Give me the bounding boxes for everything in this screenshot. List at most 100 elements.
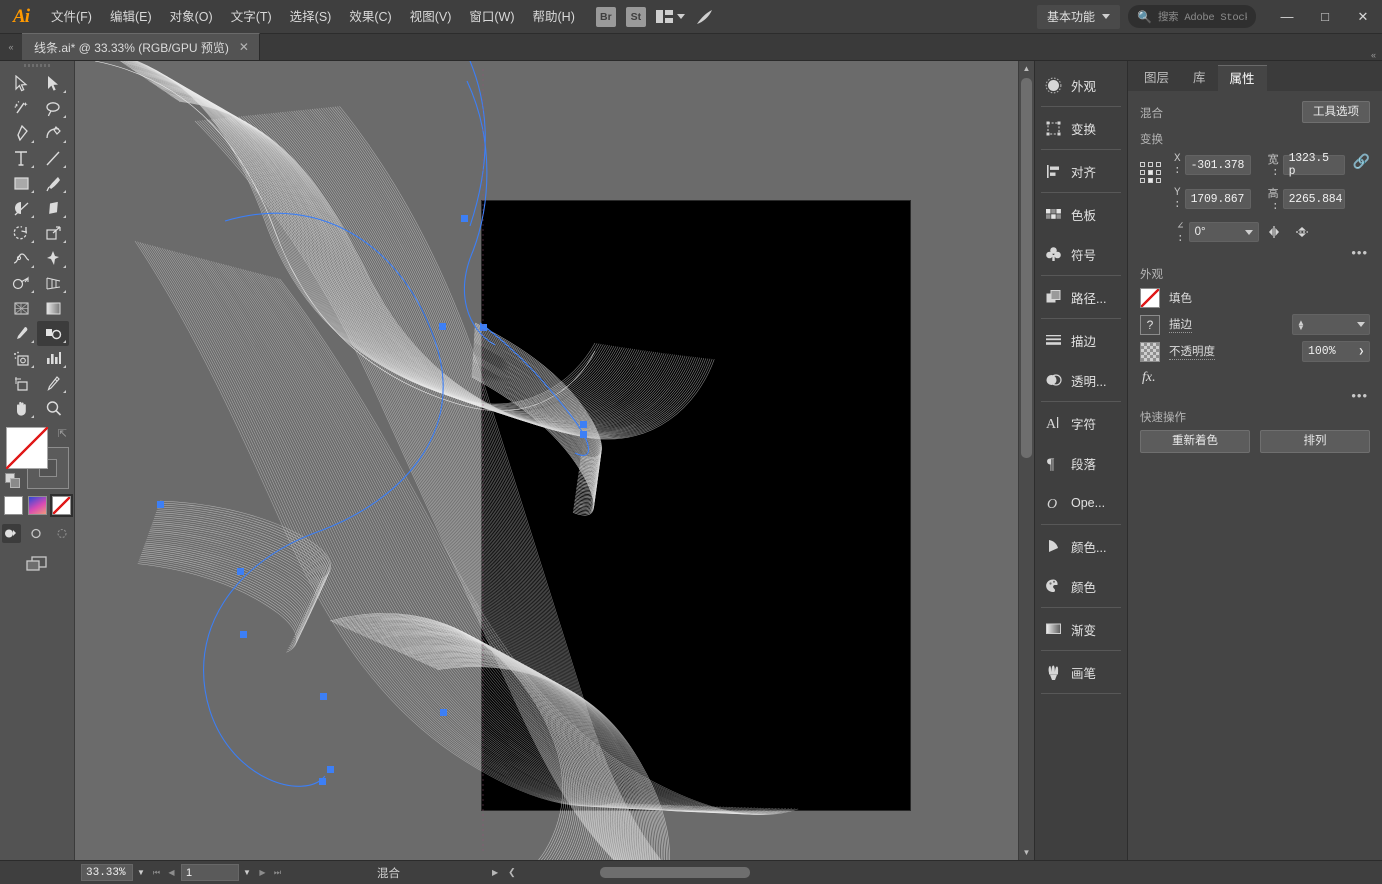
- appearance-more-options[interactable]: •••: [1140, 388, 1370, 403]
- curvature-tool[interactable]: [37, 121, 69, 146]
- flip-vertical-button[interactable]: [1291, 222, 1313, 242]
- y-input[interactable]: 1709.867: [1184, 189, 1251, 209]
- zoom-tool[interactable]: [37, 396, 69, 421]
- menu-type[interactable]: 文字(T): [222, 0, 281, 34]
- vertical-scroll-thumb[interactable]: [1021, 78, 1032, 458]
- perspective-grid-tool[interactable]: [37, 271, 69, 296]
- paintbrush-tool[interactable]: [37, 171, 69, 196]
- free-transform-tool[interactable]: [37, 246, 69, 271]
- blend-artwork[interactable]: [75, 61, 1018, 860]
- illustrator-swoosh-icon[interactable]: [695, 8, 715, 26]
- direct-selection-tool[interactable]: [37, 71, 69, 96]
- prev-artboard-button[interactable]: ◀: [164, 864, 179, 881]
- stock-icon[interactable]: St: [625, 6, 646, 27]
- artboard-dropdown-icon[interactable]: ▼: [239, 864, 255, 881]
- draw-inside-icon[interactable]: [54, 524, 73, 543]
- dock-item-character[interactable]: A 字符: [1035, 403, 1127, 443]
- stepper-icon[interactable]: ▲ ▼: [1297, 318, 1305, 331]
- dock-item-transparency[interactable]: 透明...: [1035, 360, 1127, 400]
- selection-tool[interactable]: [5, 71, 37, 96]
- dock-item-opentype[interactable]: O Ope...: [1035, 483, 1127, 523]
- screen-mode-button[interactable]: [24, 555, 50, 578]
- status-menu-icon[interactable]: ▶: [492, 868, 498, 877]
- draw-behind-icon[interactable]: [28, 524, 47, 543]
- fill-swatch[interactable]: [6, 427, 48, 469]
- scroll-down-icon[interactable]: ▼: [1019, 845, 1035, 860]
- stroke-weight-input[interactable]: ▲ ▼: [1292, 314, 1370, 335]
- effects-button[interactable]: fx.: [1142, 370, 1370, 386]
- arrange-button[interactable]: 排列: [1260, 430, 1370, 453]
- x-input[interactable]: -301.378: [1184, 155, 1251, 175]
- dock-item-stroke[interactable]: 描边: [1035, 320, 1127, 360]
- dock-item-color-guide[interactable]: 颜色...: [1035, 526, 1127, 566]
- maximize-button[interactable]: □: [1306, 0, 1344, 34]
- height-input[interactable]: 2265.884: [1282, 189, 1345, 209]
- color-button[interactable]: [3, 496, 23, 515]
- default-fill-stroke-icon[interactable]: [5, 473, 21, 489]
- dock-item-align[interactable]: 对齐: [1035, 151, 1127, 191]
- width-input[interactable]: 1323.5 p: [1282, 152, 1345, 178]
- tool-options-button[interactable]: 工具选项: [1302, 100, 1370, 124]
- arrange-documents-button[interactable]: [655, 10, 685, 23]
- tab-layers[interactable]: 图层: [1132, 65, 1181, 91]
- stroke-swatch[interactable]: ?: [1140, 314, 1160, 335]
- tab-properties[interactable]: 属性: [1217, 65, 1267, 91]
- canvas-area[interactable]: ▲ ▼: [75, 61, 1034, 860]
- dock-item-paragraph[interactable]: ¶ 段落: [1035, 443, 1127, 483]
- dock-item-transform[interactable]: 变换: [1035, 108, 1127, 148]
- zoom-level-input[interactable]: 33.33%: [81, 864, 133, 881]
- dock-item-color[interactable]: 颜色: [1035, 566, 1127, 606]
- menu-help[interactable]: 帮助(H): [524, 0, 584, 34]
- scroll-up-icon[interactable]: ▲: [1019, 61, 1035, 76]
- menu-object[interactable]: 对象(O): [161, 0, 222, 34]
- draw-normal-icon[interactable]: [1, 524, 21, 543]
- lasso-tool[interactable]: [37, 96, 69, 121]
- tab-libraries[interactable]: 库: [1181, 65, 1218, 91]
- pen-tool[interactable]: [5, 121, 37, 146]
- angle-input[interactable]: 0°: [1188, 222, 1259, 242]
- menu-effect[interactable]: 效果(C): [340, 0, 400, 34]
- tabbar-collapse-right-icon[interactable]: «: [1371, 50, 1382, 60]
- line-segment-tool[interactable]: [37, 146, 69, 171]
- reference-point-selector[interactable]: [1140, 155, 1162, 189]
- magic-wand-tool[interactable]: [5, 96, 37, 121]
- transform-more-options[interactable]: •••: [1140, 245, 1370, 260]
- swap-fill-stroke-icon[interactable]: ⇱: [58, 427, 67, 440]
- dock-item-brushes[interactable]: 画笔: [1035, 652, 1127, 692]
- stock-search-box[interactable]: 🔍 搜索 Adobe Stock: [1128, 5, 1256, 28]
- symbol-sprayer-tool[interactable]: [5, 346, 37, 371]
- chevron-right-icon[interactable]: ❯: [1359, 347, 1364, 357]
- fill-swatch[interactable]: [1140, 288, 1160, 308]
- next-artboard-button[interactable]: ▶: [255, 864, 270, 881]
- workspace-switcher[interactable]: 基本功能: [1036, 4, 1120, 29]
- dock-item-gradient[interactable]: 渐变: [1035, 609, 1127, 649]
- gradient-tool[interactable]: [37, 296, 69, 321]
- dock-item-pathfinder[interactable]: 路径...: [1035, 277, 1127, 317]
- rectangle-tool[interactable]: [5, 171, 37, 196]
- collapse-panels-icon[interactable]: «: [0, 33, 22, 60]
- slice-tool[interactable]: [37, 371, 69, 396]
- document-canvas[interactable]: [75, 61, 1018, 860]
- scale-tool[interactable]: [37, 221, 69, 246]
- status-resize-icon[interactable]: ❮: [508, 867, 516, 878]
- menu-select[interactable]: 选择(S): [281, 0, 341, 34]
- menu-view[interactable]: 视图(V): [401, 0, 461, 34]
- mesh-tool[interactable]: [5, 296, 37, 321]
- canvas-horizontal-scrollbar[interactable]: [600, 866, 1036, 879]
- menu-edit[interactable]: 编辑(E): [101, 0, 161, 34]
- dock-item-swatches[interactable]: 色板: [1035, 194, 1127, 234]
- shaper-tool[interactable]: [5, 196, 37, 221]
- shape-builder-tool[interactable]: [5, 271, 37, 296]
- chevron-down-icon[interactable]: [1356, 322, 1365, 327]
- opacity-swatch[interactable]: [1140, 341, 1160, 362]
- dock-item-appearance[interactable]: 外观: [1035, 65, 1127, 105]
- gradient-button[interactable]: [27, 496, 47, 515]
- menu-file[interactable]: 文件(F): [42, 0, 101, 34]
- document-tab[interactable]: 线条.ai* @ 33.33% (RGB/GPU 预览) ✕: [22, 33, 260, 60]
- none-button[interactable]: [49, 494, 73, 517]
- minimize-button[interactable]: —: [1268, 0, 1306, 34]
- artboard-tool[interactable]: [5, 371, 37, 396]
- artboard-number-input[interactable]: 1: [181, 864, 239, 881]
- horizontal-scroll-thumb[interactable]: [600, 867, 750, 878]
- close-icon[interactable]: ✕: [239, 40, 249, 54]
